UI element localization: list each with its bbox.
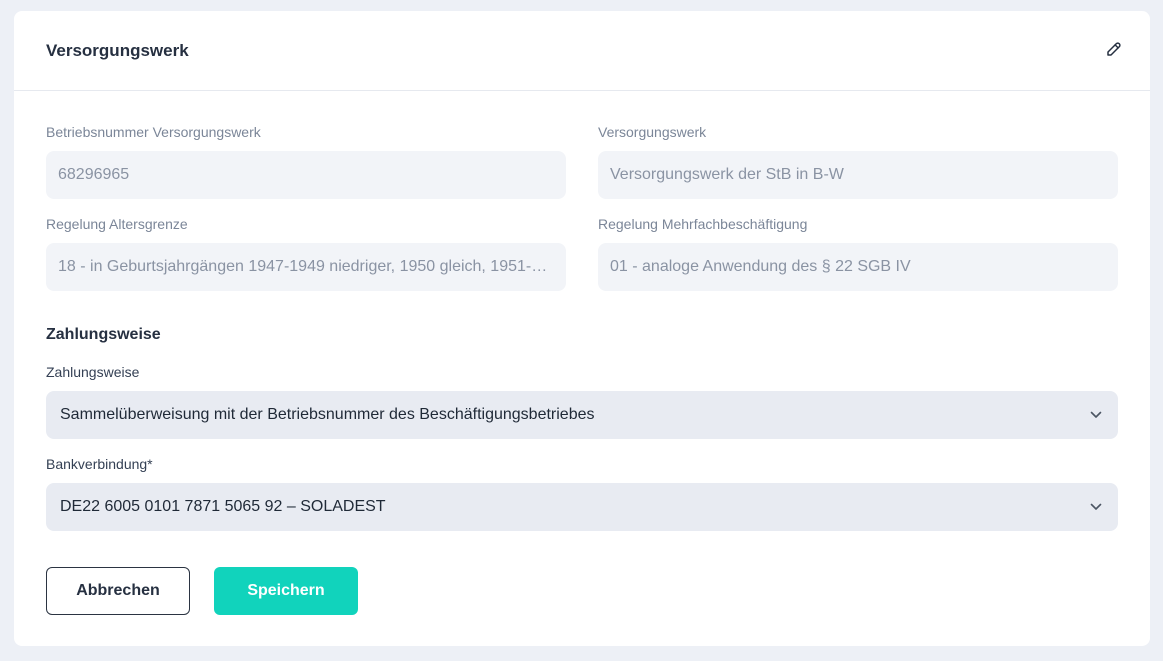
zahlungsweise-value: Sammelüberweisung mit der Betriebsnummer… xyxy=(60,406,595,423)
betriebsnummer-value: 68296965 xyxy=(58,166,130,183)
bankverbindung-label: Bankverbindung* xyxy=(46,456,153,472)
zahlungsweise-select[interactable]: Sammelüberweisung mit der Betriebsnummer… xyxy=(46,391,1118,439)
chevron-down-icon xyxy=(1090,408,1104,422)
versorgungswerk-field: Versorgungswerk der StB in B-W xyxy=(598,151,1118,199)
altersgrenze-label: Regelung Altersgrenze xyxy=(46,216,188,232)
save-button[interactable]: Speichern xyxy=(214,567,358,615)
versorgungswerk-card: Versorgungswerk Betriebsnummer Versorgun… xyxy=(14,11,1150,646)
cancel-button[interactable]: Abbrechen xyxy=(46,567,190,615)
betriebsnummer-label: Betriebsnummer Versorgungswerk xyxy=(46,124,261,140)
card-header: Versorgungswerk xyxy=(14,11,1150,91)
betriebsnummer-field: 68296965 xyxy=(46,151,566,199)
pencil-icon xyxy=(1105,40,1123,63)
zahlungsweise-label: Zahlungsweise xyxy=(46,364,140,380)
edit-button[interactable] xyxy=(1102,39,1126,63)
altersgrenze-value: 18 - in Geburtsjahrgängen 1947-1949 nied… xyxy=(58,258,554,275)
versorgungswerk-value: Versorgungswerk der StB in B-W xyxy=(610,166,844,183)
mehrfach-value: 01 - analoge Anwendung des § 22 SGB IV xyxy=(610,258,911,275)
bankverbindung-select[interactable]: DE22 6005 0101 7871 5065 92 – SOLADEST xyxy=(46,483,1118,531)
card-title: Versorgungswerk xyxy=(46,41,189,60)
versorgungswerk-label: Versorgungswerk xyxy=(598,124,707,140)
bankverbindung-value: DE22 6005 0101 7871 5065 92 – SOLADEST xyxy=(60,498,386,515)
chevron-down-icon xyxy=(1090,500,1104,514)
mehrfach-label: Regelung Mehrfachbeschäftigung xyxy=(598,216,808,232)
altersgrenze-field: 18 - in Geburtsjahrgängen 1947-1949 nied… xyxy=(46,243,566,291)
zahlungsweise-section-title: Zahlungsweise xyxy=(46,326,161,343)
mehrfach-field: 01 - analoge Anwendung des § 22 SGB IV xyxy=(598,243,1118,291)
